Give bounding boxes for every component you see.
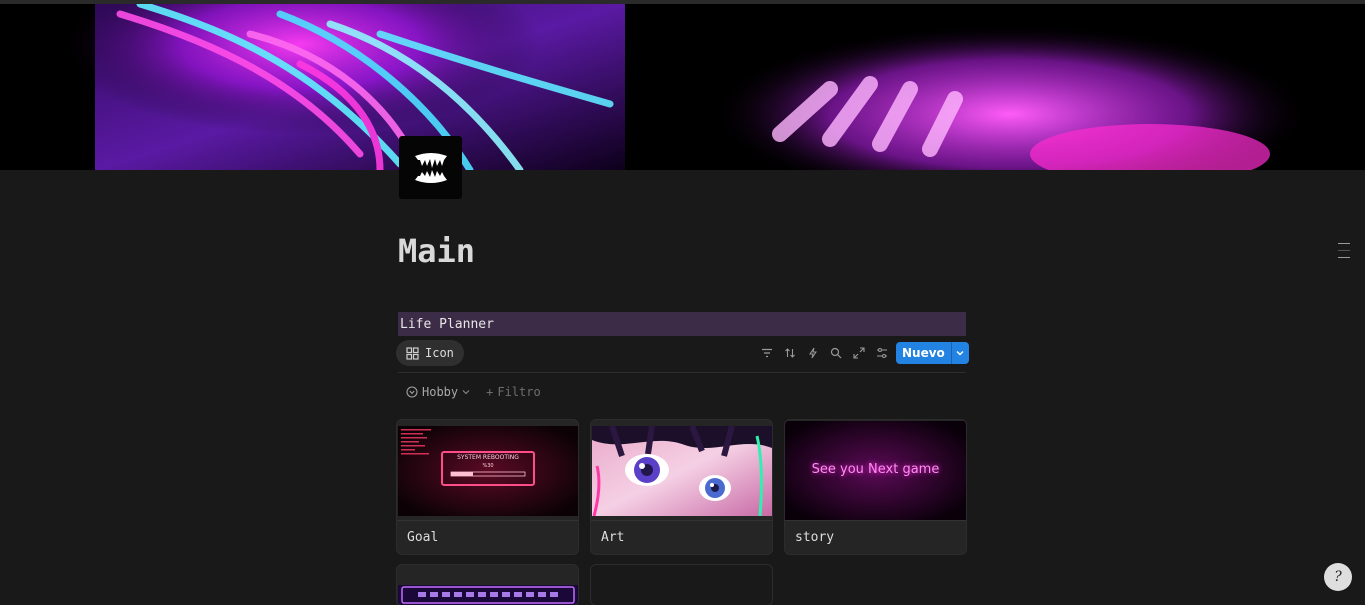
help-icon: ? [1334, 569, 1342, 585]
view-tab-label: Icon [425, 346, 454, 360]
gallery-card-keyboard[interactable] [397, 565, 578, 605]
card-cover-goal-subtext: %30 [482, 463, 494, 469]
card-divider [785, 520, 966, 521]
card-divider [397, 520, 578, 521]
card-cover-art [592, 426, 772, 516]
chevron-down-icon [956, 351, 964, 356]
grid-icon [406, 346, 419, 360]
expand-icon[interactable] [852, 345, 866, 361]
page-title[interactable]: Main [398, 232, 475, 270]
gallery-card-story[interactable]: See you Next game story [785, 420, 966, 554]
card-cover-goal-text: SYSTEM REBOOTING [457, 454, 519, 461]
gallery-card-empty[interactable] [591, 565, 772, 605]
cover-image [0, 4, 1365, 170]
database-title[interactable]: Life Planner [398, 312, 966, 336]
card-title: Art [601, 530, 625, 545]
card-cover-keyboard [398, 585, 578, 605]
hobby-filter-label: Hobby [422, 385, 459, 399]
gallery-card-goal[interactable]: SYSTEM REBOOTING %30 Goal [397, 420, 578, 554]
filter-icon[interactable] [760, 345, 774, 361]
database-toolbar [760, 345, 889, 361]
gallery-card-art[interactable]: Art [591, 420, 772, 554]
page-icon[interactable] [399, 136, 462, 199]
card-divider [591, 520, 772, 521]
fangs-icon [414, 152, 447, 183]
view-tab-icon[interactable]: Icon [396, 340, 464, 366]
database-title-label: Life Planner [400, 316, 494, 332]
add-filter-button[interactable]: + Filtro [486, 385, 541, 399]
new-dropdown-button[interactable] [950, 342, 969, 364]
toolbar-divider [398, 372, 966, 373]
card-cover-story-text: See you Next game [811, 462, 940, 477]
search-icon[interactable] [829, 345, 843, 361]
card-cover-goal: SYSTEM REBOOTING %30 [398, 426, 578, 516]
new-button[interactable]: Nuevo [896, 342, 951, 364]
add-filter-label: Filtro [497, 385, 541, 399]
sort-icon[interactable] [783, 345, 797, 361]
filter-bar: Hobby + Filtro [406, 385, 541, 399]
chevron-down-icon [462, 390, 470, 395]
settings-sliders-icon[interactable] [875, 345, 889, 361]
new-button-group: Nuevo [896, 342, 969, 364]
table-of-contents-icon[interactable] [1338, 243, 1350, 259]
plus-icon: + [486, 385, 494, 399]
card-title: story [795, 530, 835, 545]
help-button[interactable]: ? [1324, 563, 1352, 591]
select-property-icon [406, 386, 418, 398]
lightning-icon[interactable] [806, 345, 820, 361]
hobby-filter[interactable]: Hobby [406, 385, 470, 399]
card-title: Goal [407, 530, 439, 545]
card-cover-story: See you Next game [785, 421, 966, 521]
